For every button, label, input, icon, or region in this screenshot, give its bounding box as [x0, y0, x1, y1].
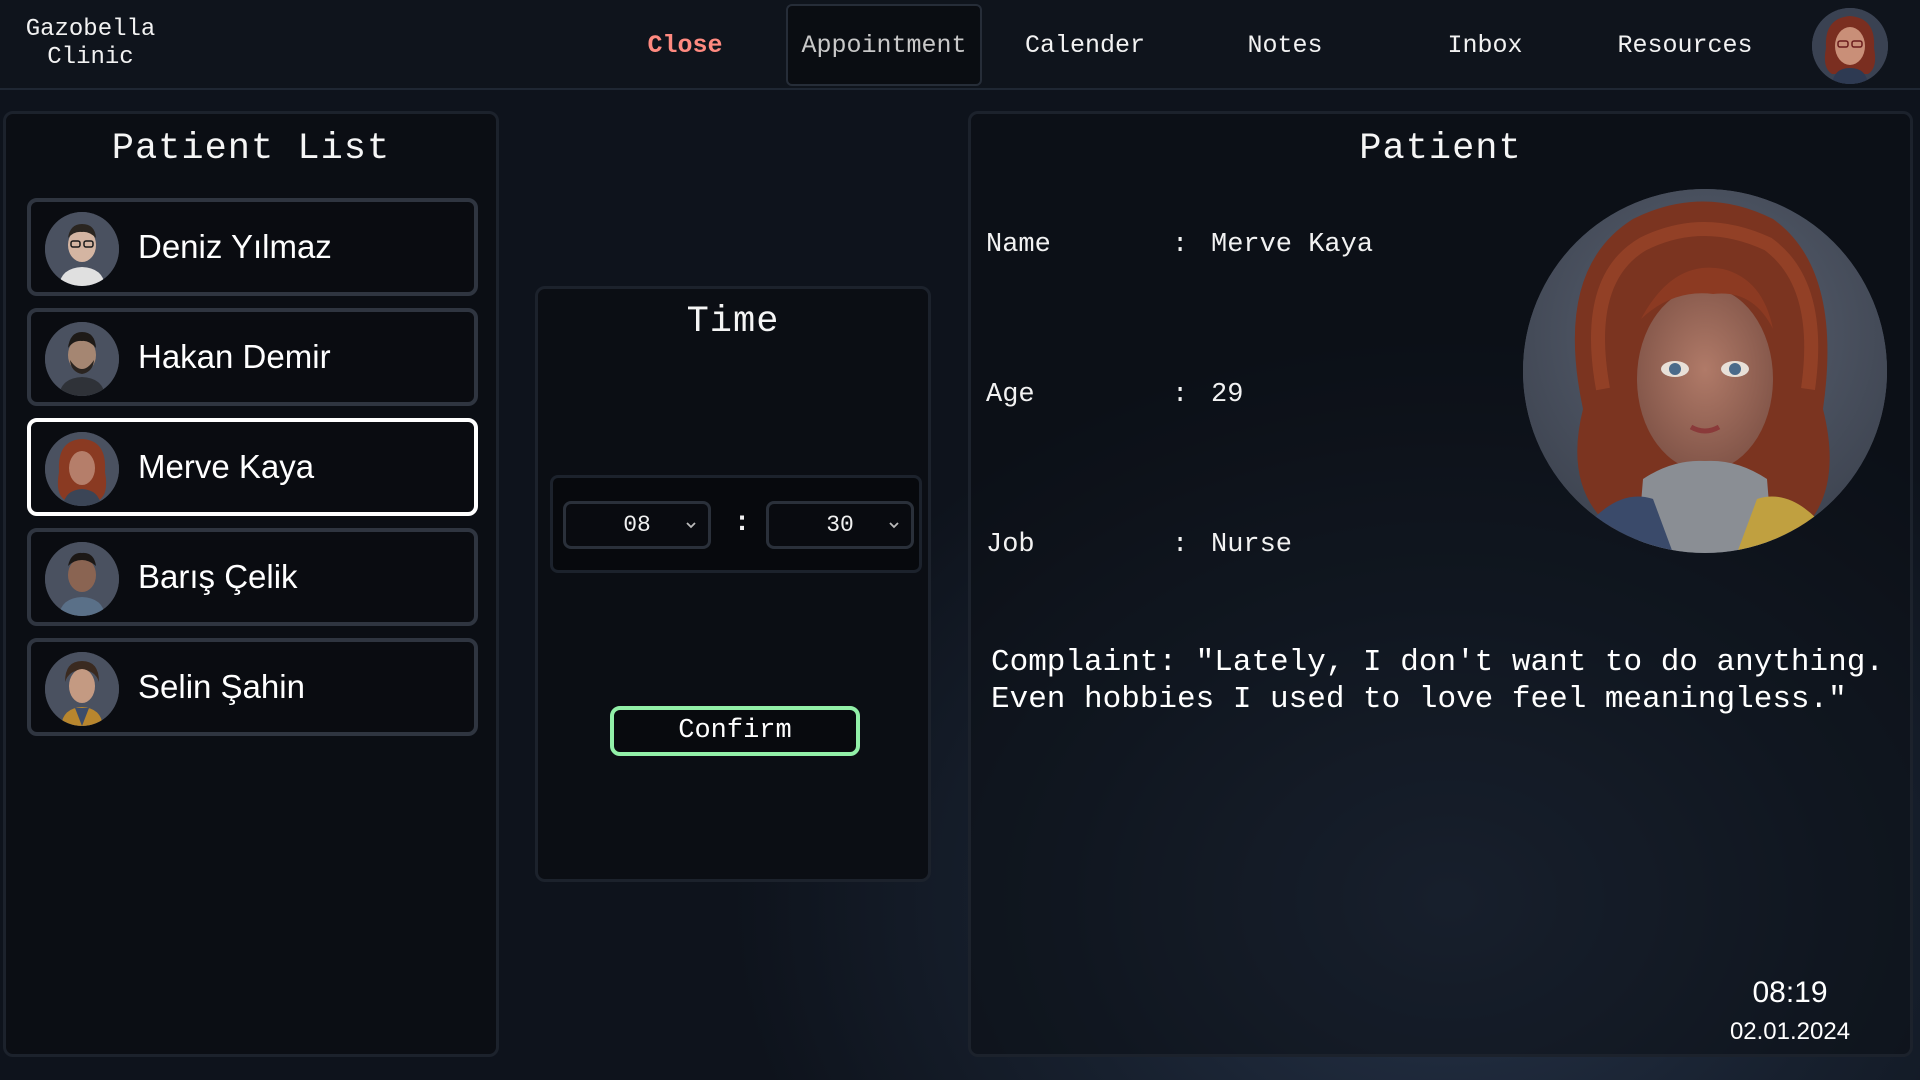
clock-date: 02.01.2024 — [1729, 1018, 1851, 1045]
patient-row-baris-celik[interactable]: Barış Çelik — [27, 528, 478, 626]
patient-portrait — [1523, 189, 1887, 553]
patient-panel-title: Patient — [1359, 128, 1522, 170]
name-label: Name — [986, 230, 1051, 260]
job-value: Nurse — [1211, 530, 1293, 560]
minute-select[interactable]: 30 — [766, 501, 914, 549]
time-picker: 08 : 30 — [550, 475, 922, 573]
male-avatar-icon — [45, 542, 119, 616]
patient-name: Hakan Demir — [138, 338, 331, 375]
female-avatar-icon — [45, 432, 119, 506]
nav-tab-appointment[interactable]: Appointment — [786, 4, 982, 86]
confirm-button[interactable]: Confirm — [610, 706, 860, 756]
time-panel-title: Time — [686, 301, 780, 343]
patient-row-selin-sahin[interactable]: Selin Şahin — [27, 638, 478, 736]
name-colon: : — [1172, 230, 1189, 260]
user-avatar[interactable] — [1812, 8, 1888, 84]
patient-name: Selin Şahin — [138, 668, 305, 705]
patient-avatar — [45, 212, 119, 286]
patient-portrait-image — [1523, 189, 1887, 553]
age-label: Age — [986, 380, 1035, 410]
name-value: Merve Kaya — [1211, 230, 1374, 260]
minute-value: 30 — [826, 512, 854, 538]
chevron-down-icon — [889, 522, 899, 529]
age-colon: : — [1172, 380, 1189, 410]
patient-name: Deniz Yılmaz — [138, 228, 332, 265]
patient-avatar — [45, 652, 119, 726]
hour-select[interactable]: 08 — [563, 501, 711, 549]
patient-row-hakan-demir[interactable]: Hakan Demir — [27, 308, 478, 406]
time-panel: Time 08 : 30 Confirm — [535, 286, 931, 882]
nav-tab-notes[interactable]: Notes — [1205, 4, 1365, 86]
user-avatar-icon — [1812, 8, 1888, 84]
patient-complaint: Complaint: "Lately, I don't want to do a… — [991, 645, 1884, 717]
nav-close-button[interactable]: Close — [615, 4, 755, 86]
patient-name: Barış Çelik — [138, 558, 298, 595]
nav-tab-inbox[interactable]: Inbox — [1405, 4, 1565, 86]
nav-tab-resources[interactable]: Resources — [1600, 4, 1770, 86]
male-avatar-icon — [45, 212, 119, 286]
nav-tab-calender[interactable]: Calender — [1005, 4, 1165, 86]
patient-row-merve-kaya[interactable]: Merve Kaya — [27, 418, 478, 516]
job-colon: : — [1172, 530, 1189, 560]
patient-name: Merve Kaya — [138, 448, 315, 485]
patient-list-title: Patient List — [111, 128, 391, 170]
clock-time: 08:19 — [1752, 976, 1828, 1009]
patient-avatar — [45, 322, 119, 396]
patient-list-panel: Patient List Deniz Yılmaz Hakan Demir Me… — [3, 111, 499, 1057]
clock-widget: 08:19 02.01.2024 — [1710, 974, 1870, 1048]
patient-avatar — [45, 432, 119, 506]
patient-avatar — [45, 542, 119, 616]
patient-detail-panel: Patient Name : Merve Kaya Age : 29 Job :… — [968, 111, 1913, 1057]
clinic-brand: Gazobella Clinic — [25, 16, 156, 71]
male-avatar-icon — [45, 322, 119, 396]
time-separator: : — [733, 507, 751, 539]
hour-value: 08 — [623, 512, 651, 538]
top-nav-bar: Gazobella Clinic Close Appointment Calen… — [0, 0, 1920, 90]
chevron-down-icon — [686, 522, 696, 529]
job-label: Job — [986, 530, 1035, 560]
female-avatar-icon — [45, 652, 119, 726]
age-value: 29 — [1211, 380, 1244, 410]
patient-row-deniz-yilmaz[interactable]: Deniz Yılmaz — [27, 198, 478, 296]
